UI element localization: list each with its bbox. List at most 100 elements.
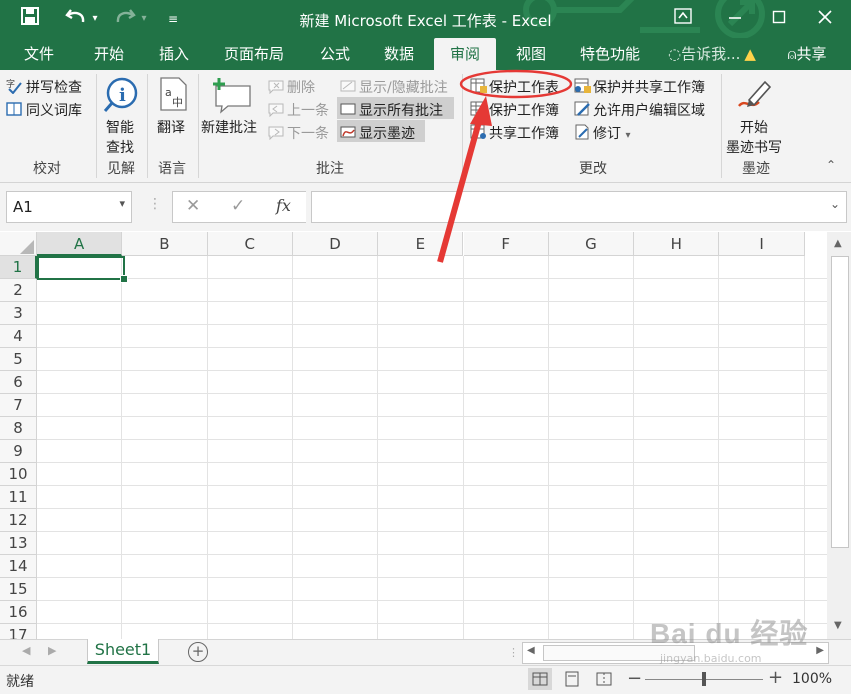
protect-sheet-button[interactable]: 保护工作表: [489, 77, 559, 97]
restore-icon[interactable]: [766, 6, 792, 32]
svg-text:a: a: [165, 86, 172, 99]
smart-lookup-label-2[interactable]: 查找: [106, 137, 134, 157]
add-sheet-icon[interactable]: +: [188, 642, 208, 662]
select-all-corner[interactable]: [0, 232, 37, 256]
prev-sheet-icon[interactable]: ◀: [22, 644, 30, 657]
column-header[interactable]: D: [292, 232, 379, 256]
tell-me-box[interactable]: ◌告诉我... ▲: [662, 38, 762, 70]
vertical-scroll-thumb[interactable]: [831, 256, 849, 548]
horizontal-scroll-thumb[interactable]: [543, 645, 695, 661]
tab-view[interactable]: 视图: [502, 38, 560, 70]
tab-home[interactable]: 开始: [80, 38, 138, 70]
scroll-up-icon[interactable]: ▲: [834, 238, 842, 249]
tab-formulas[interactable]: 公式: [306, 38, 364, 70]
smart-lookup-label-1[interactable]: 智能: [106, 117, 134, 137]
insert-function-button[interactable]: fx: [276, 196, 291, 215]
thesaurus-button[interactable]: 同义词库: [26, 100, 82, 120]
ribbon-display-icon[interactable]: [670, 6, 696, 32]
scroll-right-icon[interactable]: ▶: [816, 645, 824, 656]
group-separator: [147, 74, 148, 178]
column-header[interactable]: E: [378, 232, 464, 256]
row-header[interactable]: 15: [0, 578, 37, 601]
zoom-level[interactable]: 100%: [792, 671, 832, 687]
ribbon-tabs: 文件 开始 插入 页面布局 公式 数据 审阅 视图 特色功能 ◌告诉我... ▲ …: [0, 38, 851, 70]
show-ink-button[interactable]: 显示墨迹: [359, 123, 415, 143]
close-icon[interactable]: [812, 6, 838, 32]
title-bar: ▾ ▾ ≡ 新建 Microsoft Excel 工作表 - Excel: [0, 0, 851, 38]
scroll-down-icon[interactable]: ▼: [834, 620, 842, 631]
row-header[interactable]: 14: [0, 555, 37, 578]
zoom-out-icon[interactable]: −: [627, 668, 642, 689]
next-sheet-icon[interactable]: ▶: [48, 644, 56, 657]
formula-input[interactable]: ⌄: [311, 191, 847, 223]
column-header[interactable]: C: [207, 232, 293, 256]
row-header[interactable]: 9: [0, 440, 37, 463]
tab-special[interactable]: 特色功能: [570, 38, 650, 70]
column-header[interactable]: F: [463, 232, 549, 256]
column-header[interactable]: B: [122, 232, 208, 256]
protect-workbook-button[interactable]: 保护工作簿: [489, 100, 559, 120]
tab-file[interactable]: 文件: [10, 38, 68, 70]
vertical-scrollbar[interactable]: ▲ ▼: [827, 232, 851, 639]
selected-cell[interactable]: [37, 256, 125, 280]
row-header[interactable]: 16: [0, 601, 37, 624]
column-header[interactable]: H: [634, 232, 720, 256]
tab-split-handle-icon[interactable]: ⋮: [508, 646, 519, 659]
start-inking-label-1[interactable]: 开始: [740, 117, 768, 137]
row-header[interactable]: 7: [0, 394, 37, 417]
normal-view-icon[interactable]: [528, 668, 552, 690]
allow-edit-ranges-button[interactable]: 允许用户编辑区域: [593, 100, 705, 120]
cancel-icon[interactable]: ✕: [186, 196, 200, 216]
tab-review[interactable]: 审阅: [434, 38, 496, 70]
new-comment-button[interactable]: 新建批注: [201, 117, 257, 137]
spell-check-button[interactable]: 拼写检查: [26, 77, 82, 97]
expand-formula-icon[interactable]: ⌄: [830, 197, 840, 211]
protect-workbook-icon: [470, 101, 487, 117]
name-box-dropdown-icon[interactable]: ▾: [119, 197, 125, 210]
group-label-proofing: 校对: [33, 161, 61, 177]
enter-icon[interactable]: ✓: [231, 196, 245, 216]
start-inking-label-2[interactable]: 墨迹书写: [726, 137, 782, 157]
translate-button[interactable]: 翻译: [157, 117, 185, 137]
column-header[interactable]: A: [37, 232, 123, 256]
scroll-left-icon[interactable]: ◀: [527, 645, 535, 656]
tab-data[interactable]: 数据: [370, 38, 428, 70]
sheet-tab-sheet1[interactable]: Sheet1: [87, 639, 159, 664]
row-header[interactable]: 5: [0, 348, 37, 371]
show-all-comments-button[interactable]: 显示所有批注: [359, 100, 443, 120]
worksheet-grid[interactable]: ABCDEFGHI 1 2 3 4 5 6 7 8 9 10 11 12 13 14 15 16 17 ▲ ▼: [0, 69, 851, 647]
page-layout-view-icon[interactable]: [560, 668, 584, 690]
row-header[interactable]: 6: [0, 371, 37, 394]
collapse-ribbon-icon[interactable]: ⌃: [826, 158, 842, 176]
minimize-icon[interactable]: [722, 6, 748, 32]
row-header[interactable]: 12: [0, 509, 37, 532]
column-header[interactable]: I: [719, 232, 805, 256]
tab-page-layout[interactable]: 页面布局: [214, 38, 294, 70]
share-button[interactable]: ⍝共享: [774, 38, 840, 70]
zoom-in-icon[interactable]: +: [768, 667, 783, 688]
fill-handle[interactable]: [120, 275, 128, 283]
name-box[interactable]: A1 ▾: [6, 191, 132, 223]
row-header[interactable]: 1: [0, 256, 37, 279]
row-header[interactable]: 4: [0, 325, 37, 348]
tab-insert[interactable]: 插入: [145, 38, 203, 70]
zoom-slider-thumb[interactable]: [702, 672, 706, 686]
row-header[interactable]: 13: [0, 532, 37, 555]
row-header[interactable]: 8: [0, 417, 37, 440]
share-label: 共享: [796, 45, 827, 63]
page-break-view-icon[interactable]: [592, 668, 616, 690]
group-separator: [721, 74, 722, 178]
horizontal-scrollbar[interactable]: ◀ ▶: [522, 642, 829, 664]
protect-sheet-icon: [470, 78, 487, 94]
group-label-comments: 批注: [316, 161, 344, 177]
status-bar: 就绪 − + 100%: [0, 665, 851, 694]
column-header[interactable]: G: [548, 232, 635, 256]
share-workbook-button[interactable]: 共享工作簿: [489, 123, 559, 143]
protect-share-workbook-button[interactable]: 保护并共享工作簿: [593, 77, 705, 97]
row-header[interactable]: 11: [0, 486, 37, 509]
row-header[interactable]: 3: [0, 302, 37, 325]
row-header[interactable]: 2: [0, 279, 37, 302]
protect-share-workbook-icon: [574, 78, 591, 94]
track-changes-button[interactable]: 修订 ▾: [593, 123, 630, 143]
row-header[interactable]: 10: [0, 463, 37, 486]
